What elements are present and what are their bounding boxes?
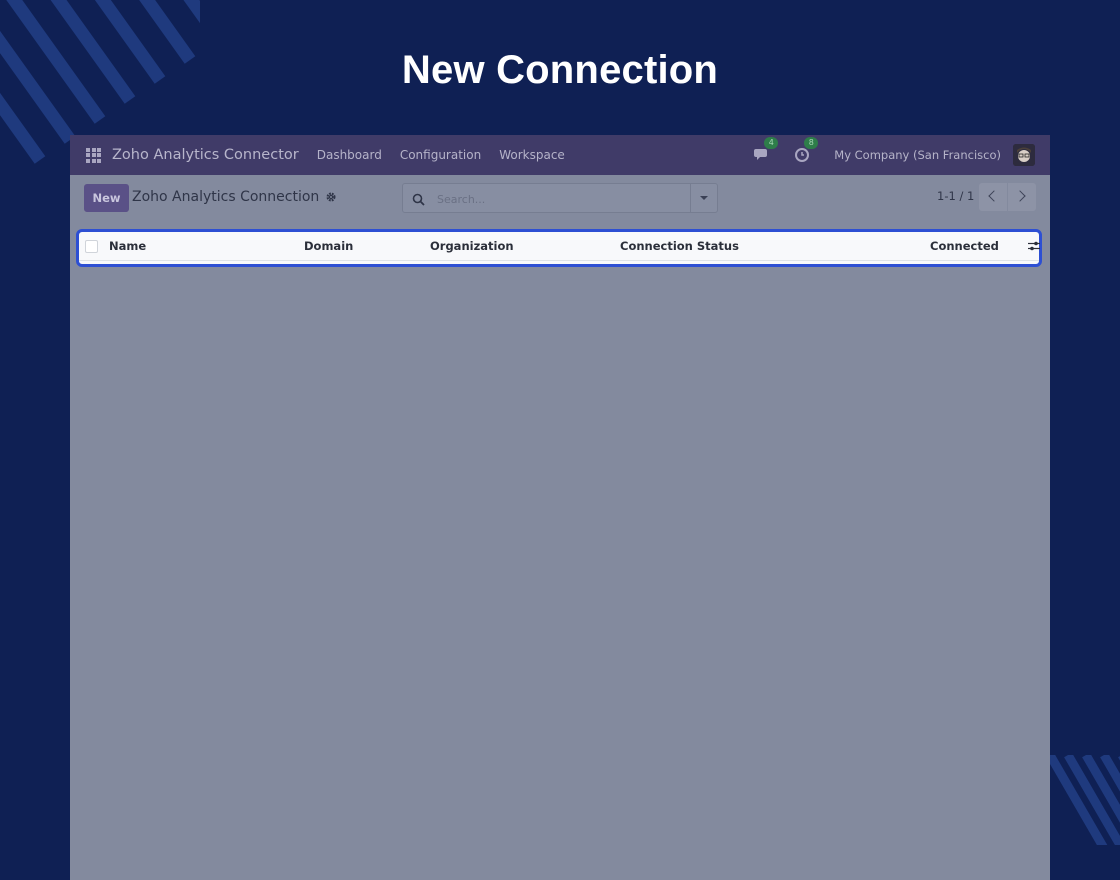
apps-icon[interactable]	[86, 147, 101, 163]
hero-title: New Connection	[401, 48, 719, 92]
search-input[interactable]	[435, 188, 689, 210]
decorative-stripes-bottom-right	[1050, 755, 1120, 845]
messages-badge: 4	[764, 137, 779, 149]
company-switcher[interactable]: My Company (San Francisco)	[834, 148, 1001, 162]
gear-icon[interactable]	[325, 191, 337, 203]
column-header-name[interactable]: Name	[109, 239, 146, 253]
pager-previous-button[interactable]	[979, 183, 1007, 211]
list-header: Name Domain Organization Connection Stat…	[79, 232, 1040, 261]
app-window: Zoho Analytics Connector Dashboard Confi…	[70, 135, 1050, 880]
breadcrumb-title: Zoho Analytics Connection	[132, 189, 320, 205]
pager-value[interactable]: 1-1 / 1	[937, 189, 974, 203]
top-navbar: Zoho Analytics Connector Dashboard Confi…	[70, 135, 1050, 175]
app-brand[interactable]: Zoho Analytics Connector	[112, 147, 299, 163]
select-all-checkbox[interactable]	[85, 240, 98, 253]
chevron-right-icon	[1014, 190, 1026, 202]
control-panel: New Zoho Analytics Connection 1-1 / 1	[70, 175, 1050, 221]
messages-button[interactable]: 4	[754, 137, 779, 164]
column-header-organization[interactable]: Organization	[430, 239, 514, 253]
activities-button[interactable]: 8	[794, 137, 819, 164]
menu-item-dashboard[interactable]: Dashboard	[317, 148, 382, 162]
chevron-left-icon	[988, 190, 1000, 202]
optional-columns-icon[interactable]	[1028, 240, 1040, 252]
pager-next-button[interactable]	[1008, 183, 1036, 211]
column-header-connection-status[interactable]: Connection Status	[620, 239, 739, 253]
search-icon	[412, 191, 425, 210]
list-view: Name Domain Organization Connection Stat…	[76, 229, 1042, 267]
activities-badge: 8	[804, 137, 819, 149]
user-avatar[interactable]	[1013, 144, 1035, 166]
menu-item-workspace[interactable]: Workspace	[499, 148, 565, 162]
search-options-toggle[interactable]	[690, 184, 717, 212]
systray: 4 8 My Company (San Francisco)	[754, 137, 1050, 166]
breadcrumb: Zoho Analytics Connection	[132, 189, 337, 205]
avatar-icon	[1013, 144, 1035, 166]
new-button[interactable]: New	[84, 184, 129, 212]
main-menu: Dashboard Configuration Workspace	[317, 148, 565, 162]
menu-item-configuration[interactable]: Configuration	[400, 148, 481, 162]
search-bar	[402, 183, 718, 213]
column-header-connected[interactable]: Connected	[930, 239, 999, 253]
column-header-domain[interactable]: Domain	[304, 239, 353, 253]
